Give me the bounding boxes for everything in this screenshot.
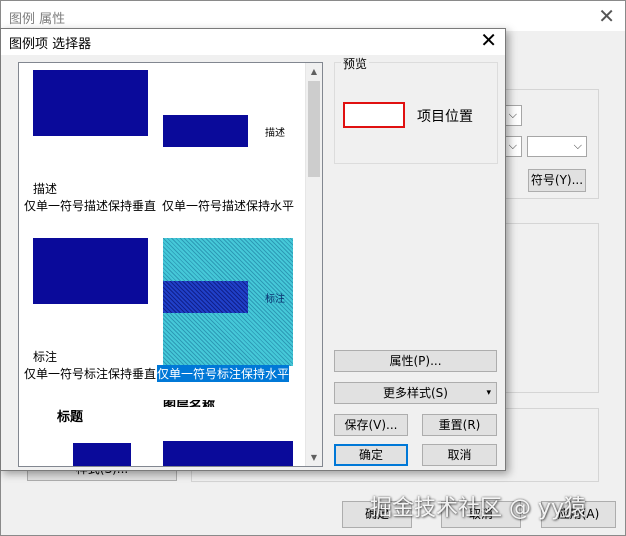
gallery-item-caption: 仅单一符号标注保持垂直 — [24, 367, 157, 381]
gallery-item-caption: 仅单一符号描述保持水平 — [162, 199, 295, 213]
ok-button[interactable]: 确定 — [334, 444, 408, 466]
more-styles-button[interactable]: 更多样式(S) ▾ — [334, 382, 497, 404]
parent-title: 图例 属性 — [9, 12, 66, 27]
gallery-item-desc: 描述 — [33, 182, 58, 196]
gallery-item-caption: 仅单一符号标注保持水平 — [157, 365, 290, 382]
dropdown-arrow-icon: ▾ — [486, 388, 491, 398]
gallery-item-4[interactable]: 标题 — [19, 398, 159, 466]
properties-button[interactable]: 属性(P)... — [334, 350, 497, 372]
gallery-item-desc: 标注 — [33, 350, 58, 364]
legend-swatch — [163, 115, 248, 147]
gallery-item-caption: 仅单一符号描述保持垂直 — [24, 199, 157, 213]
legend-swatch — [33, 70, 148, 136]
legend-swatch — [33, 238, 148, 304]
legend-swatch — [73, 443, 131, 466]
scrollbar-thumb[interactable] — [308, 81, 320, 177]
cancel-label: 取消 — [447, 448, 472, 462]
preview-text: 项目位置 — [417, 109, 473, 125]
chevron-down-icon: ⌵ — [508, 108, 517, 121]
symbol-button[interactable]: 符号(Y)... — [528, 169, 586, 192]
gallery-item-1[interactable]: 描述 仅单一符号描述保持水平 — [159, 63, 307, 215]
gallery-item-0[interactable]: 描述 仅单一符号描述保持垂直 — [19, 63, 159, 215]
parent-select-1[interactable]: ⌵ — [504, 105, 522, 126]
gallery-item-desc: 图层名称 — [163, 400, 215, 407]
gallery-item-5[interactable]: 图层名称 — [159, 398, 307, 466]
more-styles-label: 更多样式(S) — [383, 386, 448, 400]
preview-label: 预览 — [341, 55, 370, 72]
save-label: 保存(V)... — [344, 418, 398, 432]
scroll-down-icon[interactable]: ▼ — [306, 449, 322, 466]
gallery-item-2[interactable]: 标注 仅单一符号标注保持垂直 — [19, 231, 159, 383]
reset-label: 重置(R) — [438, 418, 481, 432]
chevron-down-icon: ⌵ — [573, 139, 582, 152]
parent-select-2[interactable]: ⌵ — [504, 136, 522, 157]
gallery-item-3[interactable]: 标注 仅单一符号标注保持水平 — [157, 231, 307, 383]
gallery-item-desc: 描述 — [265, 128, 285, 139]
dialog-title: 图例项 选择器 — [9, 37, 92, 52]
save-button[interactable]: 保存(V)... — [334, 414, 408, 436]
legend-swatch — [163, 441, 293, 466]
legend-item-selector-dialog: 图例项 选择器 ✕ 描述 仅单一符号描述保持垂直 描述 仅单一符号描述保持水平 … — [0, 28, 506, 471]
chevron-down-icon: ⌵ — [508, 139, 517, 152]
parent-select-3[interactable]: ⌵ — [527, 136, 587, 157]
preview-symbol — [343, 102, 405, 128]
parent-titlebar: 图例 属性 ✕ — [1, 1, 625, 31]
reset-button[interactable]: 重置(R) — [422, 414, 497, 436]
scroll-up-icon[interactable]: ▲ — [306, 63, 322, 80]
legend-swatch — [163, 281, 248, 313]
preview-group: 预览 项目位置 — [334, 55, 498, 164]
dialog-titlebar: 图例项 选择器 ✕ — [1, 28, 505, 55]
ok-label: 确定 — [358, 448, 383, 462]
close-icon[interactable]: ✕ — [480, 28, 497, 52]
gallery-item-desc: 标注 — [265, 294, 285, 305]
cancel-button[interactable]: 取消 — [422, 444, 497, 466]
parent-group-2 — [503, 223, 599, 393]
legend-style-gallery[interactable]: 描述 仅单一符号描述保持垂直 描述 仅单一符号描述保持水平 标注 仅单一符号标注… — [18, 62, 323, 467]
watermark: 掘金技术社区 @ yy猿 — [370, 496, 587, 521]
gallery-item-desc: 标题 — [57, 410, 84, 425]
gallery-scrollbar[interactable]: ▲ ▼ — [305, 63, 322, 466]
parent-close-icon[interactable]: ✕ — [598, 4, 615, 28]
properties-label: 属性(P)... — [389, 354, 442, 368]
